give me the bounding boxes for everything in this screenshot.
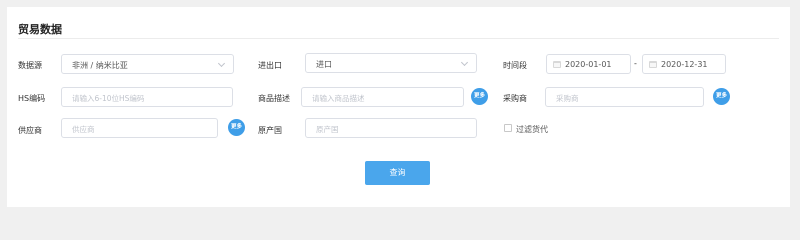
- hs-code-label: HS编码: [18, 94, 46, 103]
- purchaser-more-button[interactable]: 更多: [713, 88, 730, 105]
- supplier-placeholder: 供应商: [72, 125, 95, 134]
- query-button[interactable]: 查询: [365, 161, 430, 185]
- direction-label: 进出口: [258, 61, 282, 70]
- product-desc-placeholder: 请输入商品描述: [312, 94, 365, 103]
- product-desc-label: 商品描述: [258, 94, 290, 103]
- product-desc-more-button[interactable]: 更多: [471, 88, 488, 105]
- supplier-label: 供应商: [18, 126, 42, 135]
- origin-input[interactable]: 原产国: [305, 118, 477, 138]
- data-source-value: 非洲 / 纳米比亚: [72, 61, 128, 70]
- product-desc-input[interactable]: 请输入商品描述: [301, 87, 464, 107]
- direction-select[interactable]: 进口: [305, 53, 477, 73]
- calendar-icon: [553, 61, 561, 68]
- hs-code-input[interactable]: 请输入6-10位HS编码: [61, 87, 233, 107]
- origin-label: 原产国: [258, 126, 282, 135]
- purchaser-input[interactable]: 采购商: [545, 87, 704, 107]
- filter-forwarder-checkbox[interactable]: [504, 124, 512, 132]
- chevron-down-icon: [217, 59, 226, 68]
- calendar-icon: [649, 61, 657, 68]
- date-range-separator: -: [634, 59, 637, 68]
- trade-data-panel: 贸易数据 数据源 非洲 / 纳米比亚 进出口 进口 时间段 2020-01-01…: [7, 7, 790, 207]
- chevron-down-icon: [460, 58, 469, 67]
- direction-value: 进口: [316, 60, 332, 69]
- origin-placeholder: 原产国: [316, 125, 339, 134]
- data-source-select[interactable]: 非洲 / 纳米比亚: [61, 54, 234, 74]
- hs-code-placeholder: 请输入6-10位HS编码: [72, 94, 145, 103]
- supplier-more-button[interactable]: 更多: [228, 119, 245, 136]
- end-date-input[interactable]: 2020-12-31: [642, 54, 726, 74]
- page-title: 贸易数据: [18, 23, 62, 36]
- purchaser-placeholder: 采购商: [556, 94, 579, 103]
- purchaser-label: 采购商: [503, 94, 527, 103]
- data-source-label: 数据源: [18, 61, 42, 70]
- filter-forwarder-label[interactable]: 过滤货代: [516, 124, 548, 135]
- period-label: 时间段: [503, 61, 527, 70]
- start-date-value: 2020-01-01: [565, 60, 612, 69]
- title-divider: [18, 38, 779, 39]
- supplier-input[interactable]: 供应商: [61, 118, 218, 138]
- start-date-input[interactable]: 2020-01-01: [546, 54, 631, 74]
- end-date-value: 2020-12-31: [661, 60, 708, 69]
